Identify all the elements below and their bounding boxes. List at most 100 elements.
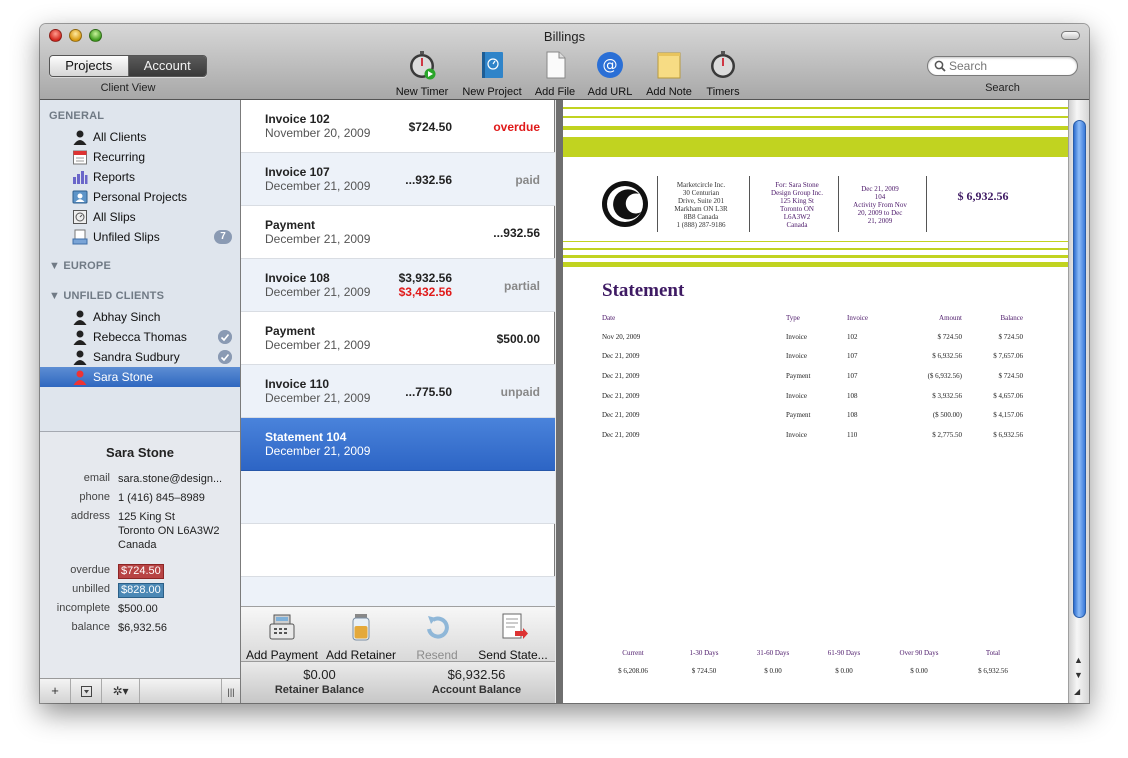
sidebar-client-sandra-sudbury[interactable]: Sandra Sudbury	[40, 347, 240, 367]
section-unfiled-clients[interactable]: ▼ UNFILED CLIENTS	[49, 290, 164, 302]
sender-line: Drive, Suite 201	[677, 197, 725, 205]
search-input[interactable]	[949, 59, 1069, 73]
sidebar-item-all-clients[interactable]: All Clients	[40, 127, 240, 147]
sidebar-item-recurring[interactable]: Recurring	[40, 147, 240, 167]
sidebar-bottom-bar: + ✲▾ |||	[40, 678, 240, 703]
statement-preview-pane: Marketcircle Inc. 30 Centurian Drive, Su…	[556, 100, 1089, 703]
statement-row-date: Dec 21, 2009	[602, 431, 640, 439]
statement-date: Dec 21, 2009	[861, 185, 899, 193]
incomplete-label: incomplete	[56, 602, 110, 614]
resend-button[interactable]: Resend	[407, 611, 467, 662]
person-icon	[73, 310, 87, 325]
retainer-balance: $0.00 Retainer Balance	[241, 667, 398, 696]
header-divider	[926, 176, 927, 232]
person-icon	[73, 350, 87, 365]
toolbar-toggle-button[interactable]	[1061, 31, 1080, 40]
empty-row	[241, 577, 555, 606]
scroll-down-arrow[interactable]: ▼	[1074, 670, 1083, 680]
add-url-button[interactable]: @ Add URL	[584, 50, 636, 98]
unfiled-slips-count-badge: 7	[214, 230, 232, 244]
address-value: 125 King St Toronto ON L6A3W2 Canada	[118, 510, 238, 552]
transaction-row[interactable]: Invoice 102 November 20, 2009 $724.50 ov…	[241, 100, 555, 153]
statement-row-type: Invoice	[786, 431, 807, 439]
person-icon	[73, 330, 87, 345]
timers-button[interactable]: Timers	[700, 50, 746, 98]
cash-register-icon	[269, 614, 295, 640]
section-europe[interactable]: ▼ EUROPE	[49, 260, 111, 272]
action-menu-button[interactable]: ✲▾	[102, 679, 140, 703]
sidebar-item-label: Unfiled Slips	[93, 230, 160, 244]
col-header-invoice: Invoice	[847, 314, 868, 322]
transaction-row[interactable]: Payment December 21, 2009 ...932.56	[241, 206, 555, 259]
transaction-row[interactable]: Payment December 21, 2009 $500.00	[241, 312, 555, 365]
statement-document: Marketcircle Inc. 30 Centurian Drive, Su…	[563, 100, 1068, 703]
add-retainer-button[interactable]: Add Retainer	[323, 611, 399, 662]
account-segment[interactable]: Account	[128, 56, 206, 76]
disclosure-triangle-icon: ▼	[49, 260, 64, 272]
resize-handle[interactable]: |||	[221, 679, 240, 703]
sidebar-item-personal-projects[interactable]: Personal Projects	[40, 187, 240, 207]
balances-bar: $0.00 Retainer Balance $6,932.56 Account…	[241, 661, 555, 703]
add-note-button[interactable]: Add Note	[640, 50, 698, 98]
transaction-row[interactable]: Invoice 110 December 21, 2009 ...775.50 …	[241, 365, 555, 418]
send-statement-button[interactable]: Send State...	[475, 611, 551, 662]
decorative-stripe	[563, 137, 1068, 157]
window-title: Billings	[543, 29, 586, 44]
transaction-row[interactable]: Invoice 108 December 21, 2009 $3,932.56 …	[241, 259, 555, 312]
sender-line: 8B8 Canada	[683, 213, 719, 221]
address-label: address	[70, 510, 110, 522]
sidebar-item-unfiled-slips[interactable]: Unfiled Slips 7	[40, 227, 240, 247]
transaction-amount: $500.00	[496, 332, 540, 346]
transaction-title: Payment	[265, 218, 316, 232]
vertical-scrollbar[interactable]: ▲ ▼ ◢	[1068, 100, 1089, 703]
transaction-row[interactable]: Invoice 107 December 21, 2009 ...932.56 …	[241, 153, 555, 206]
jar-icon	[352, 614, 370, 641]
statement-row-type: Invoice	[786, 333, 807, 341]
email-label: email	[83, 472, 110, 484]
scrollbar-thumb[interactable]	[1073, 120, 1086, 618]
address-line-3: Canada	[118, 539, 157, 551]
sidebar-client-abhay-sinch[interactable]: Abhay Sinch	[40, 307, 240, 327]
add-button[interactable]: +	[40, 679, 71, 703]
stopwatch-icon	[410, 51, 436, 80]
sidebar-client-rebecca-thomas[interactable]: Rebecca Thomas	[40, 327, 240, 347]
transaction-date: December 21, 2009	[265, 338, 371, 352]
transaction-actions-bar: Add Payment Add Retainer Resend Send Sta…	[241, 606, 555, 662]
toolbar: Billings Projects Account Client View Ne…	[40, 24, 1089, 100]
sidebar-item-reports[interactable]: Reports	[40, 167, 240, 187]
filter-menu-button[interactable]	[71, 679, 102, 703]
scroll-up-arrow[interactable]: ▲	[1074, 655, 1083, 665]
statement-row-type: Invoice	[786, 352, 807, 360]
new-project-label: New Project	[462, 86, 522, 98]
add-retainer-label: Add Retainer	[325, 648, 397, 662]
sidebar-item-all-slips[interactable]: All Slips	[40, 207, 240, 227]
statement-row-type: Payment	[786, 411, 811, 419]
statement-row-amount: ($ 500.00)	[932, 411, 962, 419]
transaction-row-selected[interactable]: Statement 104 December 21, 2009	[241, 418, 555, 471]
transaction-date: November 20, 2009	[265, 126, 371, 140]
sidebar-item-label: Personal Projects	[93, 190, 188, 204]
header-divider	[657, 176, 658, 232]
new-project-button[interactable]: New Project	[458, 50, 526, 98]
sidebar-client-sara-stone[interactable]: Sara Stone	[40, 367, 240, 387]
statement-row-amount: $ 3,932.56	[932, 392, 962, 400]
statement-row-date: Dec 21, 2009	[602, 392, 640, 400]
timers-label: Timers	[706, 86, 740, 98]
recipient-line: 125 King St	[780, 197, 814, 205]
new-timer-button[interactable]: New Timer	[390, 50, 454, 98]
add-payment-button[interactable]: Add Payment	[245, 611, 319, 662]
add-file-button[interactable]: Add File	[530, 50, 580, 98]
email-value[interactable]: sara.stone@design...	[118, 472, 238, 486]
sender-line: Markham ON L3R	[674, 205, 728, 213]
statement-row-date: Dec 21, 2009	[602, 352, 640, 360]
unbilled-amount: $828.00	[118, 583, 164, 598]
decorative-stripe	[563, 241, 1068, 242]
transaction-status: partial	[503, 279, 540, 293]
statement-row-type: Payment	[786, 372, 811, 380]
resize-grip-icon[interactable]: ◢	[1074, 687, 1080, 696]
person-icon	[73, 130, 87, 145]
company-logo	[602, 181, 648, 227]
decorative-stripe	[563, 107, 1068, 109]
phone-value[interactable]: 1 (416) 845–8989	[118, 491, 238, 505]
projects-segment[interactable]: Projects	[50, 56, 129, 76]
